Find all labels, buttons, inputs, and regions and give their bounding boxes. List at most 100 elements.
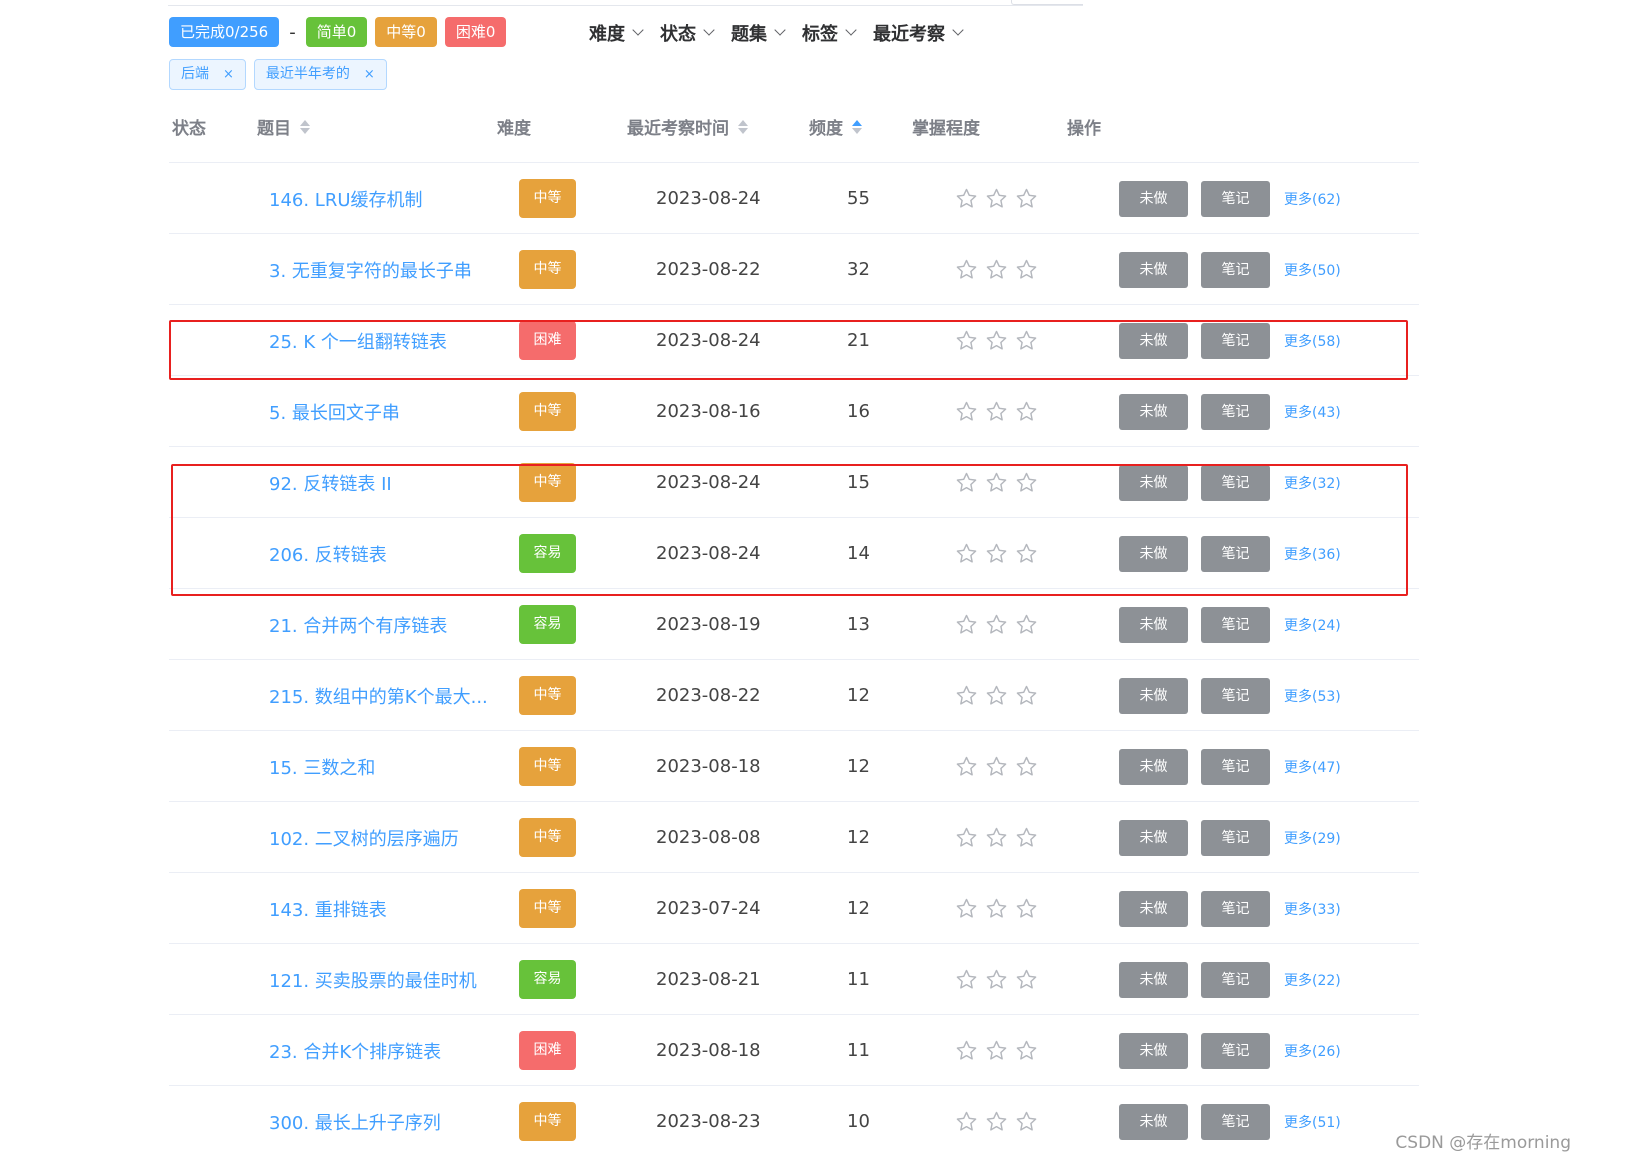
star-icon[interactable] — [955, 684, 978, 707]
not-done-button[interactable]: 未做 — [1119, 535, 1188, 572]
problem-title-link[interactable]: 102. 二叉树的层序遍历 — [269, 802, 459, 873]
not-done-button[interactable]: 未做 — [1119, 393, 1188, 430]
star-icon[interactable] — [955, 826, 978, 849]
star-icon[interactable] — [985, 897, 1008, 920]
problem-title-link[interactable]: 146. LRU缓存机制 — [269, 163, 423, 234]
more-link[interactable]: 更多(26) — [1284, 1041, 1341, 1061]
star-icon[interactable] — [1015, 826, 1038, 849]
mastery-rating[interactable] — [955, 731, 1045, 802]
note-button[interactable]: 笔记 — [1201, 819, 1270, 856]
star-icon[interactable] — [985, 258, 1008, 281]
mastery-rating[interactable] — [955, 376, 1045, 447]
not-done-button[interactable]: 未做 — [1119, 1103, 1188, 1140]
star-icon[interactable] — [985, 542, 1008, 565]
close-icon[interactable]: × — [223, 60, 234, 89]
more-link[interactable]: 更多(24) — [1284, 615, 1341, 635]
problem-title-link[interactable]: 92. 反转链表 II — [269, 447, 392, 518]
star-icon[interactable] — [955, 968, 978, 991]
mastery-rating[interactable] — [955, 234, 1045, 305]
more-link[interactable]: 更多(58) — [1284, 331, 1341, 351]
sort-icon[interactable] — [852, 119, 862, 134]
problem-title-link[interactable]: 25. K 个一组翻转链表 — [269, 305, 447, 376]
star-icon[interactable] — [955, 187, 978, 210]
not-done-button[interactable]: 未做 — [1119, 677, 1188, 714]
star-icon[interactable] — [1015, 1110, 1038, 1133]
more-link[interactable]: 更多(29) — [1284, 828, 1341, 848]
filter-dropdown[interactable]: 标签 — [802, 20, 857, 46]
star-icon[interactable] — [955, 897, 978, 920]
star-icon[interactable] — [985, 400, 1008, 423]
problem-title-link[interactable]: 215. 数组中的第K个最大... — [269, 660, 488, 731]
note-button[interactable]: 笔记 — [1201, 180, 1270, 217]
mastery-rating[interactable] — [955, 1086, 1045, 1155]
sort-icon[interactable] — [738, 119, 748, 134]
not-done-button[interactable]: 未做 — [1119, 251, 1188, 288]
star-icon[interactable] — [955, 329, 978, 352]
mastery-rating[interactable] — [955, 660, 1045, 731]
not-done-button[interactable]: 未做 — [1119, 890, 1188, 927]
problem-title-link[interactable]: 121. 买卖股票的最佳时机 — [269, 944, 477, 1015]
problem-title-link[interactable]: 5. 最长回文子串 — [269, 376, 400, 447]
star-icon[interactable] — [985, 968, 1008, 991]
star-icon[interactable] — [1015, 258, 1038, 281]
problem-title-link[interactable]: 300. 最长上升子序列 — [269, 1086, 441, 1155]
not-done-button[interactable]: 未做 — [1119, 180, 1188, 217]
mastery-rating[interactable] — [955, 1015, 1045, 1086]
star-icon[interactable] — [955, 613, 978, 636]
header-recent-time[interactable]: 最近考察时间 — [627, 114, 748, 139]
star-icon[interactable] — [985, 1110, 1008, 1133]
star-icon[interactable] — [955, 542, 978, 565]
mastery-rating[interactable] — [955, 589, 1045, 660]
star-icon[interactable] — [1015, 897, 1038, 920]
star-icon[interactable] — [985, 613, 1008, 636]
not-done-button[interactable]: 未做 — [1119, 819, 1188, 856]
more-link[interactable]: 更多(47) — [1284, 757, 1341, 777]
note-button[interactable]: 笔记 — [1201, 961, 1270, 998]
star-icon[interactable] — [955, 471, 978, 494]
star-icon[interactable] — [985, 187, 1008, 210]
star-icon[interactable] — [1015, 187, 1038, 210]
more-link[interactable]: 更多(51) — [1284, 1112, 1341, 1132]
more-link[interactable]: 更多(43) — [1284, 402, 1341, 422]
note-button[interactable]: 笔记 — [1201, 1103, 1270, 1140]
more-link[interactable]: 更多(62) — [1284, 189, 1341, 209]
more-link[interactable]: 更多(22) — [1284, 970, 1341, 990]
problem-title-link[interactable]: 206. 反转链表 — [269, 518, 387, 589]
mastery-rating[interactable] — [955, 873, 1045, 944]
star-icon[interactable] — [1015, 329, 1038, 352]
more-link[interactable]: 更多(33) — [1284, 899, 1341, 919]
star-icon[interactable] — [1015, 968, 1038, 991]
note-button[interactable]: 笔记 — [1201, 677, 1270, 714]
note-button[interactable]: 笔记 — [1201, 606, 1270, 643]
sort-icon[interactable] — [300, 119, 310, 134]
more-link[interactable]: 更多(36) — [1284, 544, 1341, 564]
close-icon[interactable]: × — [364, 60, 375, 89]
star-icon[interactable] — [985, 329, 1008, 352]
mastery-rating[interactable] — [955, 163, 1045, 234]
not-done-button[interactable]: 未做 — [1119, 464, 1188, 501]
header-title[interactable]: 题目 — [257, 114, 310, 139]
star-icon[interactable] — [985, 826, 1008, 849]
more-link[interactable]: 更多(53) — [1284, 686, 1341, 706]
star-icon[interactable] — [955, 258, 978, 281]
star-icon[interactable] — [985, 1039, 1008, 1062]
star-icon[interactable] — [955, 755, 978, 778]
note-button[interactable]: 笔记 — [1201, 393, 1270, 430]
problem-title-link[interactable]: 143. 重排链表 — [269, 873, 387, 944]
problem-title-link[interactable]: 3. 无重复字符的最长子串 — [269, 234, 472, 305]
filter-dropdown[interactable]: 难度 — [589, 20, 644, 46]
filter-dropdown[interactable]: 状态 — [660, 20, 715, 46]
star-icon[interactable] — [1015, 400, 1038, 423]
note-button[interactable]: 笔记 — [1201, 1032, 1270, 1069]
note-button[interactable]: 笔记 — [1201, 464, 1270, 501]
not-done-button[interactable]: 未做 — [1119, 1032, 1188, 1069]
note-button[interactable]: 笔记 — [1201, 535, 1270, 572]
star-icon[interactable] — [955, 400, 978, 423]
star-icon[interactable] — [1015, 613, 1038, 636]
note-button[interactable]: 笔记 — [1201, 251, 1270, 288]
more-link[interactable]: 更多(32) — [1284, 473, 1341, 493]
not-done-button[interactable]: 未做 — [1119, 748, 1188, 785]
mastery-rating[interactable] — [955, 944, 1045, 1015]
star-icon[interactable] — [955, 1110, 978, 1133]
problem-title-link[interactable]: 15. 三数之和 — [269, 731, 375, 802]
